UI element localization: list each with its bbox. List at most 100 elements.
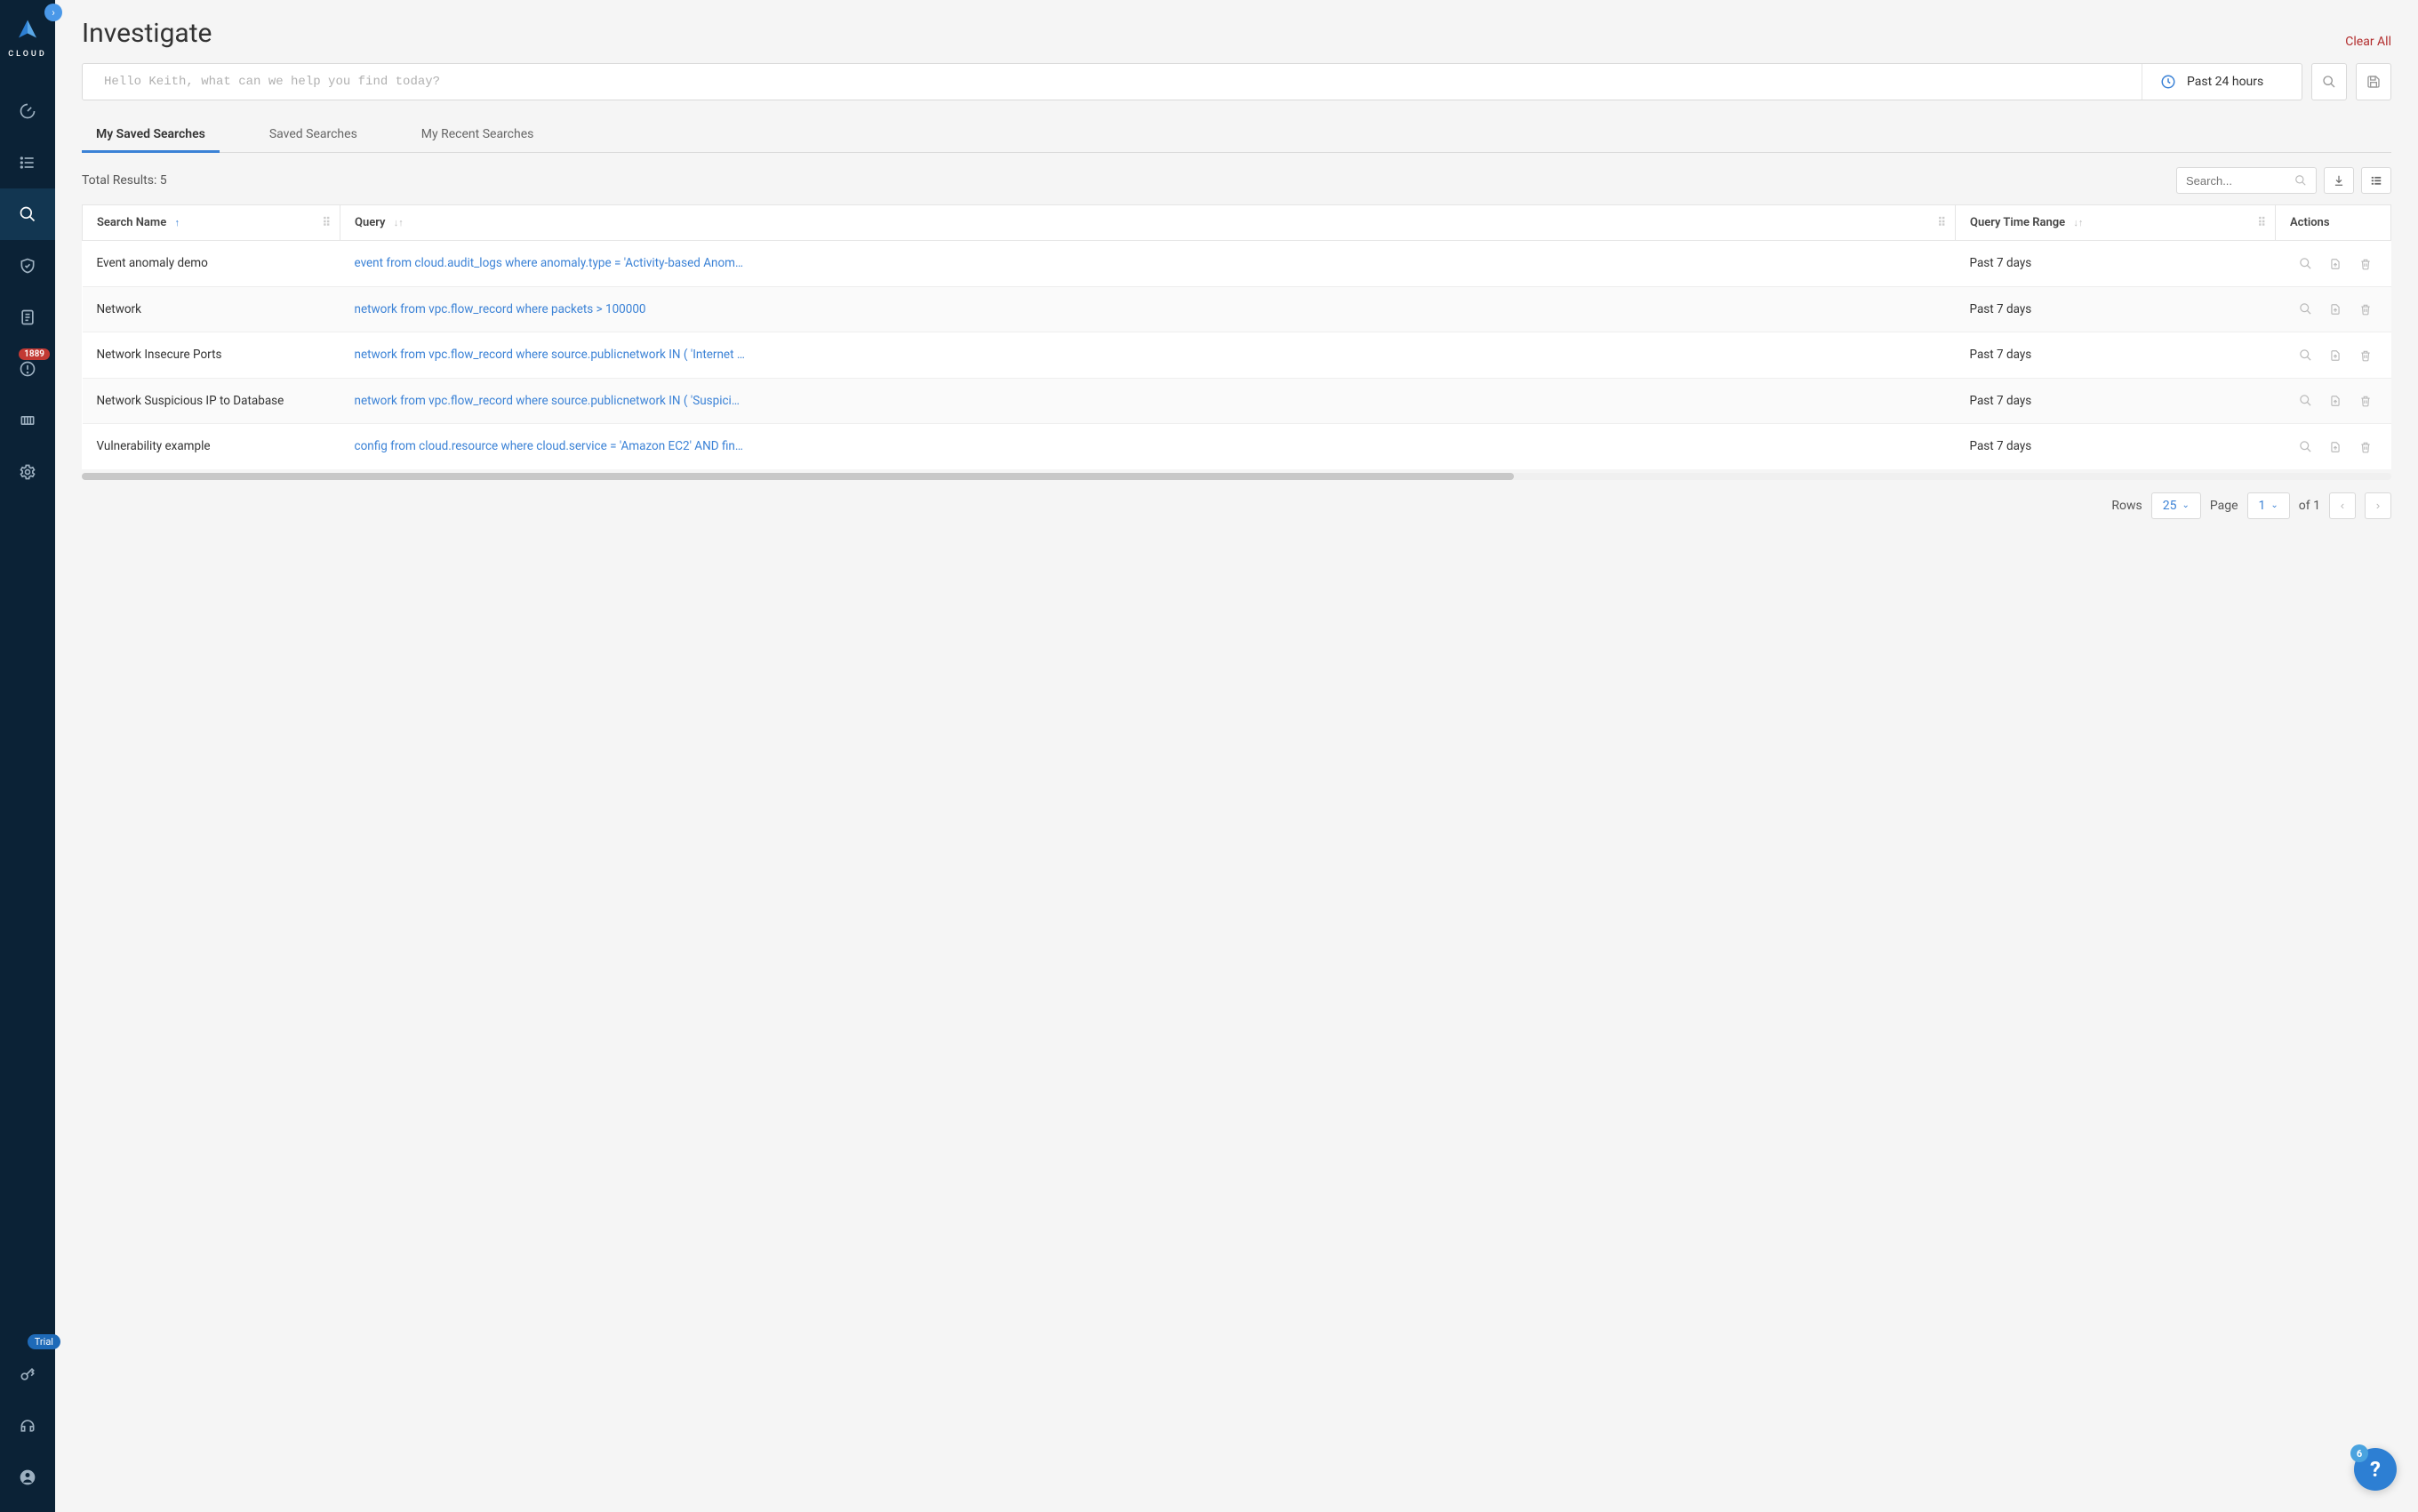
tab-my-recent-searches[interactable]: My Recent Searches (407, 118, 548, 152)
cell-query: network from vpc.flow_record where packe… (340, 286, 1956, 332)
help-fab[interactable]: 6 ? (2354, 1448, 2397, 1491)
row-export-button[interactable] (2324, 252, 2347, 276)
nav-settings[interactable] (0, 446, 55, 498)
row-view-button[interactable] (2294, 252, 2318, 275)
nav-inventory[interactable] (0, 137, 55, 188)
scrollbar-thumb[interactable] (82, 473, 1514, 480)
cell-name: Vulnerability example (83, 424, 340, 469)
query-input[interactable] (83, 64, 2142, 100)
row-delete-button[interactable] (2354, 436, 2377, 459)
save-icon (2366, 75, 2381, 89)
drag-handle-icon[interactable]: ⠿ (2257, 216, 2266, 229)
clock-icon (2160, 74, 2176, 90)
file-export-icon (2329, 349, 2342, 362)
key-icon (19, 1365, 36, 1383)
chevron-right-icon: › (52, 6, 55, 19)
drag-handle-icon[interactable]: ⠿ (322, 216, 331, 229)
save-search-button[interactable] (2356, 63, 2391, 100)
table-row: Network Suspicious IP to Database networ… (83, 378, 2391, 424)
row-delete-button[interactable] (2354, 298, 2377, 321)
query-link[interactable]: network from vpc.flow_record where sourc… (355, 394, 746, 408)
file-export-icon (2329, 395, 2342, 407)
tab-my-saved-searches[interactable]: My Saved Searches (82, 118, 220, 152)
sort-asc-icon: ↑ (174, 217, 180, 228)
row-view-button[interactable] (2294, 343, 2318, 366)
row-view-button[interactable] (2294, 389, 2318, 412)
nav-compute[interactable] (0, 395, 55, 446)
table-row: Network network from vpc.flow_record whe… (83, 286, 2391, 332)
cell-name: Network (83, 286, 340, 332)
nav-profile[interactable] (0, 1452, 55, 1503)
nav-support[interactable] (0, 1400, 55, 1452)
row-export-button[interactable] (2324, 298, 2347, 321)
nav-investigate[interactable] (0, 188, 55, 240)
query-link[interactable]: network from vpc.flow_record where packe… (355, 302, 646, 316)
row-view-button[interactable] (2294, 298, 2318, 321)
brand-name: CLOUD (8, 50, 46, 59)
column-header-actions: Actions (2276, 205, 2391, 241)
cell-query: network from vpc.flow_record where sourc… (340, 332, 1956, 379)
row-export-button[interactable] (2324, 389, 2347, 412)
cell-range: Past 7 days (1956, 241, 2276, 287)
list-icon (19, 154, 36, 172)
rows-per-page-select[interactable]: 25 ⌄ (2151, 492, 2201, 519)
cell-query: network from vpc.flow_record where sourc… (340, 378, 1956, 424)
table-row: Event anomaly demo event from cloud.audi… (83, 241, 2391, 287)
nav-alerts[interactable]: 1889 (0, 343, 55, 395)
gear-icon (19, 463, 36, 481)
columns-button[interactable] (2361, 167, 2391, 194)
cell-name: Event anomaly demo (83, 241, 340, 287)
query-search-box: Past 24 hours (82, 63, 2302, 100)
tab-saved-searches[interactable]: Saved Searches (255, 118, 372, 152)
column-header-name[interactable]: Search Name ↑ ⠿ (83, 205, 340, 241)
cell-query: config from cloud.resource where cloud.s… (340, 424, 1956, 469)
download-button[interactable] (2324, 167, 2354, 194)
trash-icon (2359, 441, 2372, 453)
row-delete-button[interactable] (2354, 344, 2377, 367)
sidebar-expand-toggle[interactable]: › (44, 4, 62, 21)
page-number-select[interactable]: 1 ⌄ (2247, 492, 2290, 519)
document-icon (19, 308, 36, 326)
row-delete-button[interactable] (2354, 389, 2377, 412)
row-delete-button[interactable] (2354, 252, 2377, 276)
query-link[interactable]: network from vpc.flow_record where sourc… (355, 348, 746, 362)
cell-actions (2276, 241, 2391, 287)
horizontal-scrollbar[interactable] (82, 473, 2391, 480)
clear-all-link[interactable]: Clear All (2345, 35, 2391, 49)
row-export-button[interactable] (2324, 436, 2347, 459)
file-export-icon (2329, 303, 2342, 316)
prev-page-button[interactable]: ‹ (2329, 492, 2356, 519)
drag-handle-icon[interactable]: ⠿ (1937, 216, 1946, 229)
brand-logo[interactable]: CLOUD (8, 0, 46, 68)
cell-query: event from cloud.audit_logs where anomal… (340, 241, 1956, 287)
query-link[interactable]: config from cloud.resource where cloud.s… (355, 439, 746, 453)
trash-icon (2359, 349, 2372, 362)
container-icon (19, 412, 36, 429)
search-icon (2299, 302, 2312, 316)
cell-name: Network Insecure Ports (83, 332, 340, 379)
time-range-selector[interactable]: Past 24 hours (2142, 64, 2302, 100)
sort-icon: ↓↑ (394, 217, 404, 228)
table-filter-input[interactable] (2186, 174, 2294, 188)
table-row: Vulnerability example config from cloud.… (83, 424, 2391, 469)
search-icon (2294, 174, 2307, 187)
trash-icon (2359, 303, 2372, 316)
cell-actions (2276, 286, 2391, 332)
pagination: Rows 25 ⌄ Page 1 ⌄ of 1 ‹ › (82, 492, 2391, 519)
nav-compliance[interactable] (0, 240, 55, 292)
column-header-query[interactable]: Query ↓↑ ⠿ (340, 205, 1956, 241)
chevron-right-icon: › (2376, 499, 2380, 512)
row-view-button[interactable] (2294, 435, 2318, 458)
next-page-button[interactable]: › (2365, 492, 2391, 519)
columns-icon (2370, 174, 2382, 187)
headset-icon (19, 1417, 36, 1435)
column-header-range[interactable]: Query Time Range ↓↑ ⠿ (1956, 205, 2276, 241)
nav-dashboard[interactable] (0, 85, 55, 137)
row-export-button[interactable] (2324, 344, 2347, 367)
run-search-button[interactable] (2311, 63, 2347, 100)
nav-policies[interactable] (0, 292, 55, 343)
nav-subscription[interactable]: Trial (0, 1348, 55, 1400)
search-icon (19, 205, 36, 223)
trash-icon (2359, 395, 2372, 407)
query-link[interactable]: event from cloud.audit_logs where anomal… (355, 256, 746, 270)
